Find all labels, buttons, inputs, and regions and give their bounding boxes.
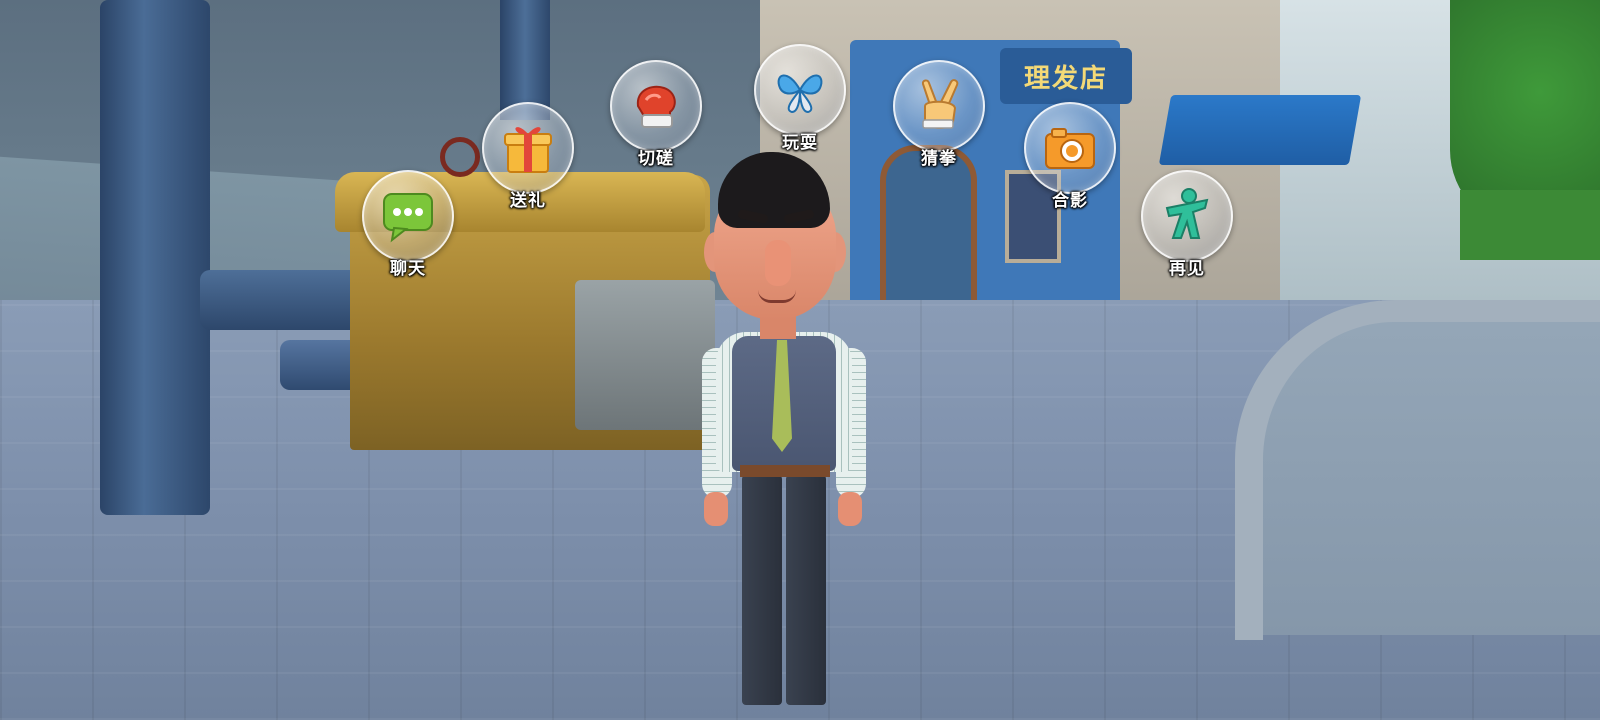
rps-button[interactable]: 猜拳 <box>892 60 986 172</box>
gift-button-bubble[interactable] <box>482 102 574 194</box>
chat-button[interactable]: 聊天 <box>361 170 455 282</box>
photo-button-bubble[interactable] <box>1024 102 1116 194</box>
chat-bubble-icon <box>383 193 433 243</box>
spar-label: 切磋 <box>638 149 674 169</box>
chat-button-bubble[interactable] <box>362 170 454 262</box>
gift-label: 送礼 <box>510 191 546 211</box>
gift-box-icon <box>504 127 552 173</box>
character-hand-left <box>704 492 728 526</box>
blue-awning <box>1158 95 1362 165</box>
spar-button-bubble[interactable] <box>610 60 702 152</box>
bye-button-bubble[interactable] <box>1141 170 1233 262</box>
character-leg-left <box>742 475 782 705</box>
barber-shop-sign: 理发店 <box>1000 48 1132 104</box>
curb <box>1235 300 1600 640</box>
camera-icon <box>1045 128 1095 169</box>
play-button[interactable]: 玩耍 <box>753 44 847 156</box>
rps-label: 猜拳 <box>921 149 957 169</box>
photo-button[interactable]: 合影 <box>1023 102 1117 214</box>
character-leg-right <box>786 475 826 705</box>
rps-button-bubble[interactable] <box>893 60 985 152</box>
character-hand-right <box>838 492 862 526</box>
bye-label: 再见 <box>1169 259 1205 279</box>
character-nose <box>765 240 791 286</box>
machine-panel <box>575 280 715 430</box>
victory-hand-icon <box>921 79 959 129</box>
npc-character[interactable] <box>700 150 870 720</box>
character-belt <box>740 465 830 477</box>
chat-label: 聊天 <box>390 259 426 279</box>
waving-person-icon <box>1165 188 1209 239</box>
spar-button[interactable]: 切磋 <box>609 60 703 172</box>
bye-button[interactable]: 再见 <box>1140 170 1234 282</box>
butterfly-icon <box>777 74 823 114</box>
play-label: 玩耍 <box>782 133 818 153</box>
lawn <box>1460 190 1600 260</box>
gift-button[interactable]: 送礼 <box>481 102 575 214</box>
boxing-glove-icon <box>636 85 676 128</box>
vertical-pipe <box>100 0 210 515</box>
play-button-bubble[interactable] <box>754 44 846 136</box>
photo-label: 合影 <box>1052 191 1088 211</box>
